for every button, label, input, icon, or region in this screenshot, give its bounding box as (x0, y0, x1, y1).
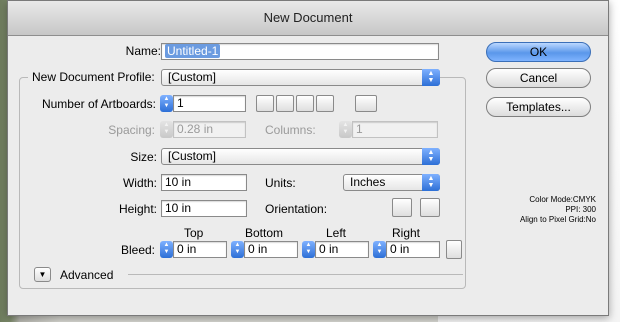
bleed-link-icon[interactable] (446, 240, 462, 259)
width-input[interactable]: 10 in (161, 174, 247, 191)
name-label: Name: (125, 44, 161, 58)
new-document-dialog: New Document Name: Untitled-1 New Docume… (7, 0, 609, 316)
align-grid-text: Align to Pixel Grid:No (519, 215, 596, 224)
profile-popup[interactable]: [Custom] ▲ ▼ (161, 69, 440, 86)
columns-stepper-icon: ▲ ▼ (339, 121, 352, 138)
popup-arrows-icon: ▲ ▼ (422, 174, 440, 191)
bleed-right-label: Right (392, 226, 421, 240)
popup-arrows-icon: ▲ ▼ (422, 69, 440, 86)
width-label: Width: (122, 176, 157, 190)
bleed-label: Bleed: (120, 243, 155, 257)
name-input[interactable]: Untitled-1 (161, 43, 439, 60)
grid-by-row-icon[interactable] (256, 95, 274, 112)
profile-label: New Document Profile: (28, 70, 166, 84)
height-input[interactable]: 10 in (161, 200, 247, 217)
bleed-left-label: Left (326, 226, 347, 240)
bleed-bottom-input[interactable]: 0 in (244, 241, 298, 258)
color-mode-text: Color Mode:CMYK (529, 195, 596, 204)
bleed-left-stepper-icon[interactable]: ▲ ▼ (302, 241, 315, 258)
advanced-disclosure-icon[interactable]: ▼ (34, 267, 51, 282)
grid-by-column-icon[interactable] (276, 95, 294, 112)
bleed-right-stepper-icon[interactable]: ▲ ▼ (373, 241, 386, 258)
name-value: Untitled-1 (165, 44, 221, 58)
artboards-label: Number of Artboards: (41, 97, 156, 111)
size-value: [Custom] (168, 149, 217, 163)
bleed-right-input[interactable]: 0 in (386, 241, 440, 258)
units-value: Inches (350, 175, 386, 189)
orientation-label: Orientation: (265, 202, 328, 216)
size-popup[interactable]: [Custom] ▲ ▼ (161, 148, 440, 165)
advanced-divider (128, 274, 463, 275)
popup-arrows-icon: ▲ ▼ (422, 148, 440, 165)
arrange-by-column-icon[interactable] (316, 95, 334, 112)
bleed-top-stepper-icon[interactable]: ▲ ▼ (160, 241, 173, 258)
artboards-input[interactable]: 1 (173, 95, 246, 112)
layout-direction-icon[interactable] (355, 95, 377, 112)
dialog-title: New Document (8, 1, 608, 36)
bleed-top-input[interactable]: 0 in (173, 241, 227, 258)
spacing-label: Spacing: (108, 123, 155, 137)
bleed-bottom-label: Bottom (245, 226, 284, 240)
height-label: Height: (118, 202, 157, 216)
size-label: Size: (130, 150, 157, 164)
profile-value: [Custom] (168, 70, 217, 84)
columns-label: Columns: (265, 123, 316, 137)
columns-input: 1 (352, 121, 438, 138)
templates-button[interactable]: Templates... (486, 97, 591, 117)
ppi-text: PPI: 300 (565, 205, 596, 214)
bleed-left-input[interactable]: 0 in (315, 241, 369, 258)
portrait-orientation-icon[interactable] (392, 198, 412, 217)
spacing-input: 0.28 in (173, 121, 246, 138)
units-popup[interactable]: Inches ▲ ▼ (343, 174, 440, 191)
artboards-stepper-icon[interactable]: ▲ ▼ (160, 95, 173, 112)
spacing-stepper-icon: ▲ ▼ (160, 121, 173, 138)
units-label: Units: (265, 176, 296, 190)
arrange-by-row-icon[interactable] (296, 95, 314, 112)
bleed-top-label: Top (184, 226, 204, 240)
advanced-label: Advanced (60, 268, 114, 282)
landscape-orientation-icon[interactable] (420, 198, 440, 217)
ok-button[interactable]: OK (486, 42, 591, 62)
cancel-button[interactable]: Cancel (486, 68, 591, 88)
bleed-bottom-stepper-icon[interactable]: ▲ ▼ (231, 241, 244, 258)
